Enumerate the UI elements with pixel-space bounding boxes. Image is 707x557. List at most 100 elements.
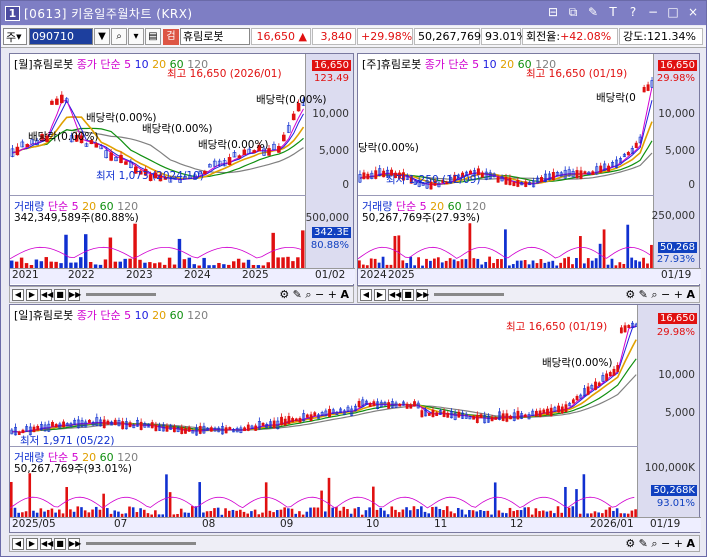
maximize-button[interactable]: □ xyxy=(666,5,680,19)
monthly-high-label: 최고 16,650 (2026/01) xyxy=(167,68,282,80)
copy-icon[interactable]: ⧉ xyxy=(566,5,580,19)
price-change: 3,840 xyxy=(312,28,356,45)
zoom-slider[interactable] xyxy=(86,293,156,296)
stop-button[interactable]: ■ xyxy=(54,537,66,550)
window-title: [0613] 키움일주월차트 (KRX) xyxy=(24,6,193,21)
chart-tools[interactable]: ⚙ ✎ ⌕ − + A xyxy=(625,288,695,302)
daily-price-chart[interactable] xyxy=(10,319,638,447)
scroll-left-button[interactable]: ◀ xyxy=(360,288,372,301)
search-icon[interactable]: ⌕ xyxy=(111,28,127,45)
y-tick: 10,000 xyxy=(312,108,349,120)
stock-code-input[interactable]: 090710 xyxy=(29,28,93,45)
current-price: 16,650 ▲ xyxy=(251,28,311,45)
daily-chart-pane: [일]휴림로봇 종가 단순 5 10 20 60 120 16,650 29.9… xyxy=(9,304,701,533)
y-tick: 5,000 xyxy=(664,145,695,157)
strength-field: 강도:121.34% xyxy=(619,28,703,45)
scroll-right-button[interactable]: ▶ xyxy=(26,288,38,301)
scroll-right-button[interactable]: ▶ xyxy=(26,537,38,550)
text-icon[interactable]: T xyxy=(606,5,620,19)
minimize-button[interactable]: − xyxy=(646,5,660,19)
y-tick: 0 xyxy=(688,179,695,191)
weekly-controls[interactable]: ◀ ▶ ◀◀ ■ ▶▶ ⚙ ✎ ⌕ − + A xyxy=(357,286,700,303)
volume-ratio: 93.01% xyxy=(481,28,527,45)
weekly-price-scale: 16,650 29.98% 10,000 5,000 0 250,000 50,… xyxy=(651,54,699,268)
turnover-field: 회전율:+42.08% xyxy=(522,28,618,45)
vol-pct-tag: 93.01% xyxy=(656,498,695,509)
dropdown-icon[interactable]: ▼ xyxy=(94,28,110,45)
daily-x-axis: 2025/05 07 08 09 10 11 12 2026/01 01/19 xyxy=(10,517,701,532)
weekly-price-tag: 16,650 xyxy=(658,60,697,71)
window-number-icon: 1 xyxy=(5,5,20,21)
weekly-volume-chart[interactable] xyxy=(358,222,654,268)
div-label: 배당락(0 xyxy=(596,92,636,104)
price-change-pct: +29.98% xyxy=(357,28,413,45)
zoom-slider[interactable] xyxy=(86,542,196,545)
warning-badge: 검 xyxy=(163,28,179,45)
volume-value: 50,267,769 xyxy=(414,28,481,45)
scroll-right-button[interactable]: ▶ xyxy=(374,288,386,301)
y-tick: 10,000 xyxy=(658,369,695,381)
stop-button[interactable]: ■ xyxy=(402,288,414,301)
monthly-pct-tag: 123.49 xyxy=(314,73,349,84)
daily-pct-tag: 29.98% xyxy=(656,327,695,338)
div-label: 배당락(0.00%) xyxy=(198,139,269,151)
daily-price-scale: 16,650 29.98% 10,000 5,000 100,000K 50,2… xyxy=(637,305,699,518)
title-bar: 1 [0613] 키움일주월차트 (KRX) ⊟ ⧉ ✎ T ? − □ × xyxy=(1,1,706,25)
forward-button[interactable]: ▶▶ xyxy=(416,288,429,301)
rewind-button[interactable]: ◀◀ xyxy=(40,288,53,301)
daily-controls[interactable]: ◀ ▶ ◀◀ ■ ▶▶ ⚙ ✎ ⌕ − + A xyxy=(9,535,700,552)
close-button[interactable]: × xyxy=(686,5,700,19)
y-tick: 5,000 xyxy=(664,407,695,419)
vol-tag: 50,268K xyxy=(651,485,697,496)
rewind-button[interactable]: ◀◀ xyxy=(40,537,53,550)
pane-separator xyxy=(358,195,654,196)
daily-high-label: 최고 16,650 (01/19) xyxy=(506,321,608,333)
monthly-volume-chart[interactable] xyxy=(10,222,306,268)
rewind-button[interactable]: ◀◀ xyxy=(388,288,401,301)
weekly-x-axis: 2024 2025 01/19 xyxy=(358,268,701,284)
forward-button[interactable]: ▶▶ xyxy=(68,537,81,550)
vol-tag: 50,268 xyxy=(658,242,697,253)
scroll-left-button[interactable]: ◀ xyxy=(12,537,24,550)
toolbar: 주 ▼ 090710 ▼ ⌕ ▾ ▤ 검 휴림로봇 16,650 ▲ 3,840 … xyxy=(1,26,706,48)
div-label: 배당락(0.00%) xyxy=(142,123,213,135)
vol-tick: 500,000 xyxy=(305,212,349,224)
period-select[interactable]: 주 ▼ xyxy=(3,28,27,45)
stock-name-field[interactable]: 휴림로봇 xyxy=(180,28,250,45)
monthly-price-tag: 16,650 xyxy=(312,60,351,71)
monthly-low-label: 최저 1,073 (2024/10) xyxy=(96,170,204,182)
weekly-high-label: 최고 16,650 (01/19) xyxy=(526,68,628,80)
vol-pct-tag: 80.88% xyxy=(310,240,349,251)
zoom-slider[interactable] xyxy=(434,293,504,296)
y-tick: 5,000 xyxy=(318,145,349,157)
y-tick: 0 xyxy=(342,179,349,191)
pane-separator xyxy=(10,446,638,447)
weekly-chart-pane: [주]휴림로봇 종가 단순 5 10 20 60 120 16,650 29.9… xyxy=(357,53,701,286)
monthly-controls[interactable]: ◀ ▶ ◀◀ ■ ▶▶ ⚙ ✎ ⌕ − + A xyxy=(9,286,354,303)
chart-tools[interactable]: ⚙ ✎ ⌕ − + A xyxy=(625,537,695,551)
y-tick: 10,000 xyxy=(658,108,695,120)
stop-button[interactable]: ■ xyxy=(54,288,66,301)
vol-tag: 342.3E xyxy=(312,227,351,238)
daily-price-tag: 16,650 xyxy=(658,313,697,324)
div-label: 배당락(0.00%) xyxy=(542,357,613,369)
menu-icon[interactable]: ▾ xyxy=(128,28,144,45)
pane-separator xyxy=(10,195,306,196)
monthly-x-axis: 2021 2022 2023 2024 2025 01/02 xyxy=(10,268,355,284)
scroll-left-button[interactable]: ◀ xyxy=(12,288,24,301)
grid-icon[interactable]: ▤ xyxy=(145,28,161,45)
main-window: 1 [0613] 키움일주월차트 (KRX) ⊟ ⧉ ✎ T ? − □ × 주… xyxy=(0,0,707,557)
layout-icon[interactable]: ⊟ xyxy=(546,5,560,19)
weekly-low-label: 최저 1,250 (12/09) xyxy=(386,174,481,186)
monthly-chart-pane: [월]휴림로봇 종가 단순 5 10 20 60 120 16,650 123.… xyxy=(9,53,355,286)
help-icon[interactable]: ? xyxy=(626,5,640,19)
forward-button[interactable]: ▶▶ xyxy=(68,288,81,301)
vol-tick: 100,000K xyxy=(644,462,695,474)
chart-tools[interactable]: ⚙ ✎ ⌕ − + A xyxy=(279,288,349,302)
vol-tick: 250,000 xyxy=(651,210,695,222)
daily-volume-chart[interactable] xyxy=(10,473,638,517)
weekly-pct-tag: 29.98% xyxy=(656,73,695,84)
pin-icon[interactable]: ✎ xyxy=(586,5,600,19)
div-label: 배당락(0.00%) xyxy=(256,94,327,106)
vol-pct-tag: 27.93% xyxy=(656,254,695,265)
